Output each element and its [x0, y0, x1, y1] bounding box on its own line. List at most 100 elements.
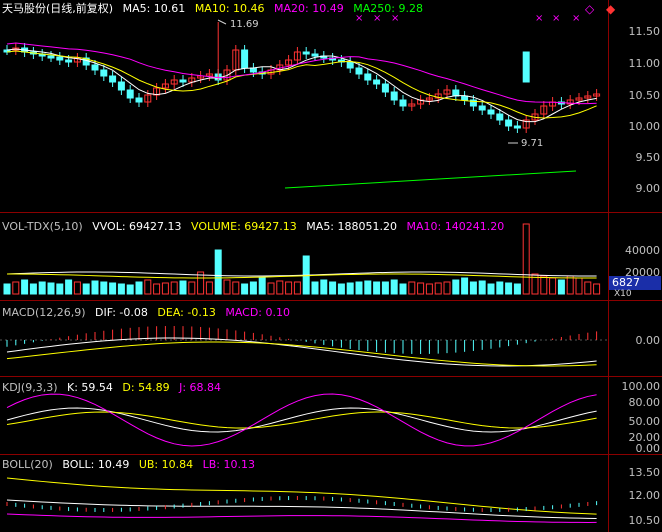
volume-bar [434, 282, 442, 295]
volume-indicator-title: VOL-TDX(5,10) [2, 220, 83, 233]
volume-bar [91, 280, 99, 295]
candle-body [135, 97, 143, 103]
volume-bar [399, 283, 407, 295]
main-y-label: 11.50 [628, 25, 661, 38]
main-panel-header: 天马股份(日线,前复权) MA5: 10.61 MA10: 10.46 MA20… [2, 2, 429, 16]
volume-bar [487, 283, 495, 295]
ma250-legend: MA250: 9.28 [353, 2, 423, 15]
volume-bar [443, 281, 451, 295]
volume-bar [522, 223, 530, 295]
main-y-label: 11.00 [628, 57, 661, 70]
volume-ma10-legend: MA10: 140241.20 [406, 220, 505, 233]
ma5-legend: MA5: 10.61 [122, 2, 186, 15]
candle-body [109, 75, 117, 83]
volume-bar [153, 283, 161, 295]
expand-icon[interactable]: ◆ [606, 2, 615, 16]
macd-indicator-title: MACD(12,26,9) [2, 306, 86, 319]
candle-body [100, 69, 108, 77]
volume-bar [249, 281, 257, 295]
boll-legend: BOLL: 10.49 [62, 458, 130, 471]
volume-bar [452, 279, 460, 295]
volume-bar [73, 281, 81, 295]
volume-bar [311, 281, 319, 295]
candle-body [302, 51, 310, 55]
main-y-label: 9.00 [635, 182, 661, 195]
volume-bar [320, 279, 328, 295]
high-marker-pointer [217, 19, 227, 25]
candle-body [346, 61, 354, 69]
volume-bar [56, 283, 64, 295]
volume-bar [329, 281, 337, 295]
volume-bar [126, 284, 134, 295]
volume-bar [82, 283, 90, 295]
volume-bar [461, 277, 469, 295]
volume-bar [364, 280, 372, 295]
k-legend: K: 59.54 [67, 381, 113, 394]
candle-body [461, 95, 469, 101]
candle-body [513, 125, 521, 129]
event-marker-icon[interactable]: × [535, 13, 543, 24]
volume-bar [408, 281, 416, 295]
volume-bar [232, 281, 240, 295]
candle-body [496, 113, 504, 121]
volume-bar [575, 277, 583, 295]
dea-legend: DEA: -0.13 [157, 306, 216, 319]
volume-bar [496, 281, 504, 295]
volume-bar [47, 282, 55, 295]
main-y-label: 10.00 [628, 120, 661, 133]
volume-y-label: 40000 [625, 244, 660, 257]
d-legend: D: 54.89 [122, 381, 170, 394]
volume-bar [161, 282, 169, 295]
ub-legend: UB: 10.84 [138, 458, 194, 471]
candle-body [126, 89, 134, 99]
stock-chart-canvas[interactable]: × × × × × × [0, 0, 662, 532]
candle-body [399, 99, 407, 107]
volume-bar [469, 281, 477, 295]
volume-bar [144, 279, 152, 295]
diamond-icon[interactable]: ◇ [585, 2, 594, 16]
volume-bar [223, 279, 231, 295]
main-y-label: 10.50 [628, 89, 661, 102]
d-line [6, 411, 597, 429]
volume-bar [593, 283, 601, 295]
candle-body [381, 83, 389, 93]
ma10-line [6, 50, 597, 119]
volume-bar [21, 279, 29, 295]
ma20-legend: MA20: 10.49 [274, 2, 344, 15]
kdj-panel-header: KDJ(9,3,3) K: 59.54 D: 54.89 J: 68.84 [2, 381, 227, 395]
volume-bar [293, 281, 301, 295]
boll-indicator-title: BOLL(20) [2, 458, 53, 471]
volume-bar [355, 281, 363, 295]
event-marker-icon[interactable]: × [552, 13, 560, 24]
volume-bar [513, 283, 521, 295]
vvol-legend: VVOL: 69427.13 [92, 220, 182, 233]
volume-bar [38, 281, 46, 295]
candle-body [487, 109, 495, 115]
boll-y-label: 10.50 [628, 514, 661, 527]
volume-bar [29, 283, 37, 295]
event-marker-icon[interactable]: × [572, 13, 580, 24]
volume-ma5-legend: MA5: 188051.20 [306, 220, 397, 233]
ma5-line [6, 48, 597, 123]
volume-bar [3, 283, 11, 295]
volume-bar [135, 281, 143, 295]
candle-body [56, 56, 64, 61]
high-price-marker: 11.69 [230, 19, 259, 30]
current-volume-badge: 6827 [609, 276, 661, 290]
candle-body [179, 79, 187, 83]
candle-body [390, 91, 398, 101]
candle-body [373, 79, 381, 85]
low-price-marker: 9.71 [521, 138, 544, 149]
candle-body [478, 105, 486, 111]
macd-panel-header: MACD(12,26,9) DIF: -0.08 DEA: -0.13 MACD… [2, 306, 296, 320]
boll-y-label: 12.00 [628, 489, 661, 502]
j-line [6, 393, 597, 447]
volume-bar [188, 281, 196, 295]
volume-bar [505, 282, 513, 295]
candle-body [47, 55, 55, 59]
volume-bar [346, 282, 354, 295]
volume-bar [258, 277, 266, 295]
volume-bar [390, 279, 398, 295]
candle-body [505, 119, 513, 127]
boll-y-label: 13.50 [628, 466, 661, 479]
